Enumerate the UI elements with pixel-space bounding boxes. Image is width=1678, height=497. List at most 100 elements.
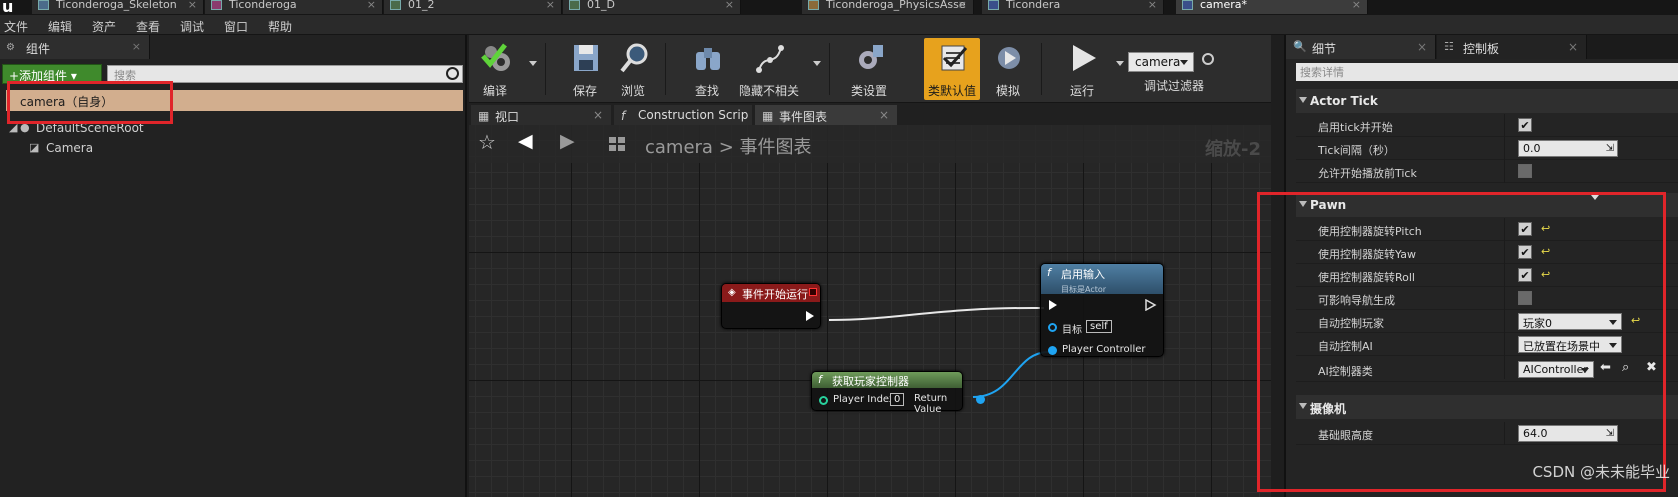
- menu-file[interactable]: 文件: [4, 18, 28, 35]
- tab-construction-script[interactable]: f Construction Scrip: [614, 105, 752, 125]
- blueprint-asset-icon: [1182, 0, 1193, 10]
- close-icon[interactable]: ×: [367, 0, 376, 11]
- close-icon[interactable]: ×: [1417, 40, 1427, 54]
- return-value-label: Return Value: [914, 393, 948, 415]
- menu-debug[interactable]: 调试: [180, 18, 204, 35]
- hide-unrelated-dropdown[interactable]: [813, 61, 821, 66]
- save-icon: [574, 45, 598, 71]
- player-controller-label: Player Controller: [1062, 344, 1146, 355]
- close-icon[interactable]: ×: [188, 0, 197, 11]
- debug-filter-label: 调试过滤器: [1144, 79, 1205, 93]
- magnifier-icon: [620, 43, 648, 73]
- compile-button[interactable]: 编译: [467, 38, 523, 100]
- doc-tab-01-d[interactable]: 01_D ×: [563, 0, 741, 14]
- doc-tab-skeleton[interactable]: Ticonderoga_Skeleton ×: [32, 0, 204, 14]
- skeleton-asset-icon: [38, 0, 49, 10]
- doc-tab-01-2[interactable]: 01_2 ×: [384, 0, 562, 14]
- exec-output-pin[interactable]: [806, 311, 814, 321]
- simulate-button[interactable]: 模拟: [980, 38, 1036, 100]
- doc-tab-camera[interactable]: camera* ×: [1176, 0, 1368, 14]
- get-player-controller-node[interactable]: 获取玩家控制器 f Player Index 0 Return Value: [811, 371, 985, 415]
- doc-tab-ticondera[interactable]: Ticondera ×: [982, 0, 1164, 14]
- checkbox[interactable]: ✔: [1518, 164, 1532, 178]
- simulate-label: 模拟: [995, 84, 1020, 98]
- class-defaults-button[interactable]: 类默认值: [924, 38, 980, 100]
- tab-control-panel[interactable]: ☷ 控制板 ×: [1437, 35, 1587, 59]
- tab-components[interactable]: ⚙ 组件 ×: [0, 35, 150, 59]
- compile-options-dropdown[interactable]: [529, 61, 537, 66]
- exec-input-pin[interactable]: [1049, 300, 1057, 310]
- details-search-input[interactable]: 搜索详情: [1296, 63, 1678, 81]
- menu-window[interactable]: 窗口: [224, 18, 248, 35]
- tab-components-label: 组件: [26, 42, 51, 56]
- category-actor-tick[interactable]: Actor Tick: [1296, 89, 1678, 113]
- event-begin-play-node[interactable]: 事件开始运行 ◈: [721, 283, 821, 329]
- close-icon[interactable]: ×: [132, 40, 141, 53]
- enable-input-node[interactable]: 启用输入 目标是Actor f 目标 self Player Controlle…: [1040, 263, 1164, 357]
- debug-object-select[interactable]: camera: [1128, 52, 1194, 72]
- blueprint-toolbar: 编译 保存 浏览 查找 隐藏不相关 类设置 类默认值 模拟 运行 camera …: [469, 35, 1271, 103]
- function-icon: f: [621, 109, 626, 123]
- menu-asset[interactable]: 资产: [92, 18, 116, 35]
- player-index-pin[interactable]: [819, 396, 828, 405]
- toolbar-separator: [665, 43, 666, 95]
- tab-event-graph[interactable]: ▦ 事件图表 ×: [755, 105, 897, 125]
- class-settings-icon: [859, 45, 883, 69]
- doc-tab-ticonderoga[interactable]: Ticonderoga ×: [205, 0, 383, 14]
- debug-object-value: camera: [1135, 55, 1181, 69]
- close-icon[interactable]: ×: [546, 0, 555, 11]
- unreal-logo-icon: u: [2, 0, 14, 15]
- find-label: 查找: [694, 84, 719, 98]
- browse-label: 浏览: [620, 84, 645, 98]
- close-icon[interactable]: ×: [958, 0, 967, 11]
- player-index-value[interactable]: 0: [890, 393, 905, 406]
- checkbox[interactable]: ✔: [1518, 118, 1532, 132]
- graph-tab-bar: ▦ 视口 × f Construction Scrip ▦ 事件图表 ×: [469, 103, 1271, 125]
- close-icon[interactable]: ×: [725, 0, 734, 11]
- graph-icon: ▦: [762, 109, 774, 123]
- tab-viewport[interactable]: ▦ 视口 ×: [471, 105, 611, 125]
- close-icon[interactable]: ×: [593, 108, 603, 122]
- exec-output-pin-icon: [1145, 299, 1157, 311]
- menu-edit[interactable]: 编辑: [48, 18, 72, 35]
- find-button[interactable]: 查找: [679, 38, 735, 100]
- delegate-pin-icon[interactable]: [809, 288, 817, 296]
- player-controller-pin[interactable]: [1048, 346, 1057, 355]
- node-header: 启用输入 目标是Actor: [1041, 264, 1163, 294]
- physics-asset-icon: [808, 0, 819, 10]
- hide-unrelated-button[interactable]: 隐藏不相关: [731, 38, 807, 100]
- doc-tab-physics-asset[interactable]: Ticonderoga_PhysicsAsse ×: [802, 0, 974, 14]
- close-icon[interactable]: ×: [879, 108, 889, 122]
- node-title: 获取玩家控制器: [832, 375, 909, 388]
- browse-button[interactable]: 浏览: [605, 38, 661, 100]
- document-tab-bar: u Ticonderoga_Skeleton × Ticonderoga × 01_…: [0, 0, 1678, 15]
- camera-component-icon: ◪: [29, 141, 40, 154]
- menu-view[interactable]: 查看: [136, 18, 160, 35]
- close-icon[interactable]: ×: [1568, 40, 1578, 54]
- compile-label: 编译: [482, 84, 507, 98]
- highlight-box: [7, 81, 173, 124]
- viewport-icon: ▦: [478, 109, 490, 123]
- close-icon[interactable]: ×: [1148, 0, 1157, 11]
- class-settings-button[interactable]: 类设置: [841, 38, 897, 100]
- prop-tick-interval: Tick间隔（秒） 0.0 ⇲: [1296, 137, 1678, 160]
- collapse-icon: [1299, 97, 1307, 103]
- tab-details[interactable]: 🔍 细节 ×: [1286, 35, 1436, 59]
- animation-asset-icon: [390, 0, 401, 10]
- play-options-dropdown[interactable]: [1116, 61, 1124, 66]
- exec-wire: [828, 306, 1045, 321]
- player-index-label: Player Index: [833, 394, 895, 405]
- tick-interval-field[interactable]: 0.0 ⇲: [1518, 140, 1618, 157]
- play-label: 运行: [1069, 84, 1094, 98]
- play-button[interactable]: 运行: [1054, 38, 1110, 100]
- target-pin[interactable]: [1048, 323, 1057, 332]
- event-graph-canvas[interactable]: ☆ ◀ ▶ camera > 事件图表 缩放-2 事件开始运行 ◈ 启用输入 目…: [469, 125, 1271, 497]
- menu-help[interactable]: 帮助: [268, 18, 292, 35]
- search-icon[interactable]: [1202, 53, 1214, 65]
- close-icon[interactable]: ×: [1352, 0, 1361, 11]
- tree-item-camera[interactable]: Camera: [46, 141, 93, 155]
- node-title: 事件开始运行: [742, 288, 808, 301]
- event-icon: ◈: [728, 287, 736, 298]
- return-value-pin[interactable]: [976, 395, 985, 404]
- target-label: 目标: [1062, 325, 1082, 336]
